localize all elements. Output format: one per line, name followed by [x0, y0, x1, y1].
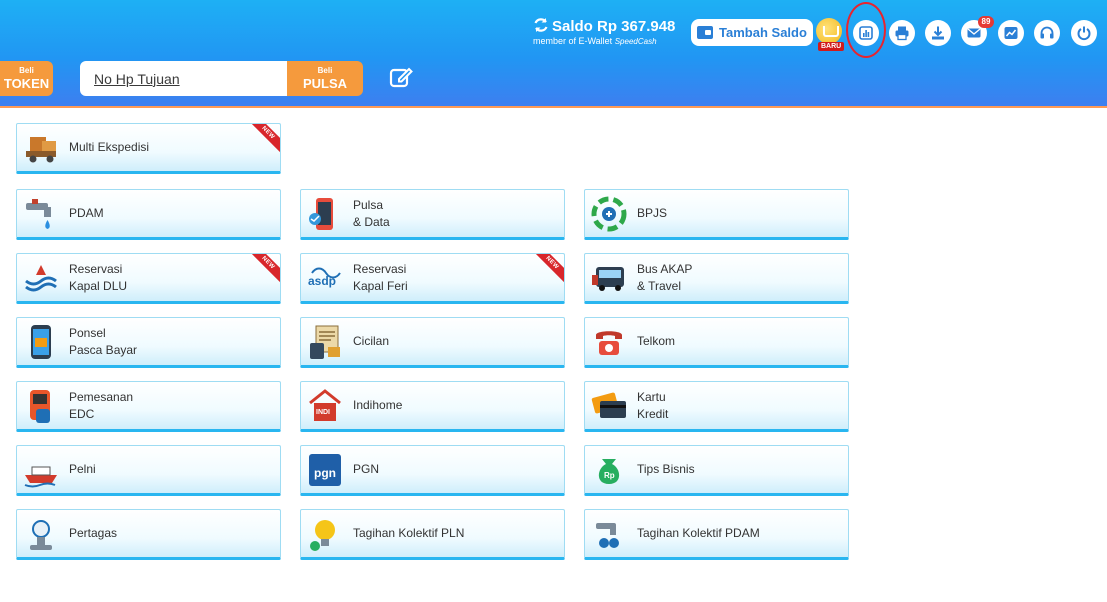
delivery-truck-icon [26, 136, 56, 162]
beli-token-button[interactable]: Beli TOKEN [0, 61, 53, 96]
tambah-saldo-label: Tambah Saldo [719, 25, 807, 40]
print-icon [895, 26, 909, 41]
print-button[interactable] [889, 20, 915, 46]
beli-pulsa-button[interactable]: Beli PULSA [287, 61, 363, 96]
service-label: PDAM [69, 206, 104, 220]
service-card-installment[interactable]: Cicilan [300, 317, 565, 368]
service-label: Tagihan Kolektif PLN [353, 526, 465, 540]
tambah-saldo-button[interactable]: Tambah Saldo [691, 19, 813, 46]
service-label: Tagihan Kolektif PDAM [637, 526, 760, 540]
download-button[interactable] [925, 20, 951, 46]
service-card-asdp[interactable]: asdp Reservasi Kapal Feri NEW [300, 253, 565, 304]
service-label: Pulsa & Data [353, 197, 390, 229]
service-label: Reservasi Kapal Feri [353, 261, 408, 293]
ship-wave-icon [25, 264, 57, 291]
headset-icon [1040, 26, 1054, 39]
baru-badge: BARU [818, 42, 845, 51]
power-icon [1077, 26, 1091, 41]
telephone-icon [596, 330, 622, 355]
service-card-gas-meter[interactable]: Pertagas [16, 509, 281, 560]
edc-machine-icon [30, 389, 50, 423]
service-label: Kartu Kredit [637, 389, 669, 421]
svg-text:pgn: pgn [314, 466, 336, 480]
new-ribbon: NEW [246, 124, 280, 155]
support-button[interactable] [1034, 20, 1060, 46]
report-chart-button[interactable] [853, 20, 879, 46]
service-card-credit-card[interactable]: Kartu Kredit [584, 381, 849, 432]
service-label: Cicilan [353, 334, 390, 348]
logout-button[interactable] [1071, 20, 1097, 46]
pgn-icon: pgn [309, 453, 341, 486]
indihome-icon: INDI [309, 388, 341, 421]
notification-count-badge: 89 [978, 16, 994, 28]
svg-text:INDI: INDI [316, 409, 330, 416]
service-card-indihome[interactable]: INDI Indihome [300, 381, 565, 432]
service-label: Pelni [69, 462, 96, 476]
phone-number-input[interactable]: No Hp Tujuan [80, 61, 287, 96]
bulb-icon [310, 519, 335, 551]
water-tap-icon [26, 198, 51, 229]
wallet-icon [697, 26, 714, 39]
download-icon [932, 26, 944, 40]
asdp-icon: asdp [308, 267, 341, 288]
saldo-subtitle: member of E-Wallet SpeedCash [533, 36, 657, 46]
postpaid-phone-icon [31, 324, 51, 359]
service-card-bus[interactable]: Bus AKAP & Travel [584, 253, 849, 304]
service-card-phone-data[interactable]: Pulsa & Data [300, 189, 565, 240]
pelni-ship-icon [24, 466, 57, 487]
service-label: Ponsel Pasca Bayar [69, 325, 138, 357]
top-header: Saldo Rp 367.948 member of E-Wallet Spee… [0, 0, 1107, 108]
speedcash-logo: SpeedCash [614, 37, 657, 46]
service-label: PGN [353, 462, 380, 476]
basket-icon [816, 18, 842, 44]
service-card-money-bag[interactable]: Rp Tips Bisnis [584, 445, 849, 496]
new-ribbon: NEW [530, 254, 564, 285]
service-card-ship-wave[interactable]: Reservasi Kapal DLU NEW [16, 253, 281, 304]
saldo-display[interactable]: Saldo Rp 367.948 member of E-Wallet Spee… [533, 17, 675, 46]
new-feature-button[interactable]: BARU [816, 18, 845, 56]
bpjs-icon [591, 196, 627, 231]
water-collective-icon [596, 522, 619, 548]
service-card-pelni-ship[interactable]: Pelni [16, 445, 281, 496]
phone-placeholder: No Hp Tujuan [94, 70, 180, 87]
service-label: Telkom [637, 334, 676, 348]
service-card-delivery-truck[interactable]: Multi Ekspedisi NEW [16, 123, 281, 174]
service-label: Indihome [353, 398, 403, 412]
mail-icon [967, 28, 981, 38]
inbox-button[interactable]: 89 [961, 16, 994, 46]
service-card-telephone[interactable]: Telkom [584, 317, 849, 368]
service-label: Multi Ekspedisi [69, 140, 150, 154]
saldo-amount: Saldo Rp 367.948 [552, 18, 676, 35]
bus-icon [592, 266, 624, 291]
refresh-icon[interactable] [533, 17, 549, 33]
service-card-water-collective[interactable]: Tagihan Kolektif PDAM [584, 509, 849, 560]
service-label: Pemesanan EDC [69, 389, 134, 421]
money-bag-icon: Rp [598, 458, 620, 484]
new-ribbon: NEW [246, 254, 280, 285]
service-label: Reservasi Kapal DLU [69, 261, 128, 293]
bar-chart-icon [859, 26, 873, 40]
phone-data-icon [309, 197, 333, 230]
svg-text:asdp: asdp [308, 274, 336, 288]
service-label: BPJS [637, 206, 668, 220]
service-card-edc-machine[interactable]: Pemesanan EDC [16, 381, 281, 432]
service-card-pgn[interactable]: pgn PGN [300, 445, 565, 496]
installment-icon [310, 325, 340, 359]
trend-button[interactable] [998, 20, 1024, 46]
gas-meter-icon [30, 519, 52, 550]
edit-icon[interactable] [388, 64, 414, 90]
service-card-bpjs[interactable]: BPJS [584, 189, 849, 240]
service-label: Tips Bisnis [637, 462, 695, 476]
svg-text:Rp: Rp [604, 471, 615, 480]
service-card-postpaid-phone[interactable]: Ponsel Pasca Bayar [16, 317, 281, 368]
service-card-water-tap[interactable]: PDAM [16, 189, 281, 240]
credit-card-icon [591, 392, 626, 418]
service-label: Bus AKAP & Travel [637, 261, 693, 293]
service-label: Pertagas [69, 526, 118, 540]
service-card-bulb[interactable]: Tagihan Kolektif PLN [300, 509, 565, 560]
trend-chart-icon [1004, 27, 1018, 39]
